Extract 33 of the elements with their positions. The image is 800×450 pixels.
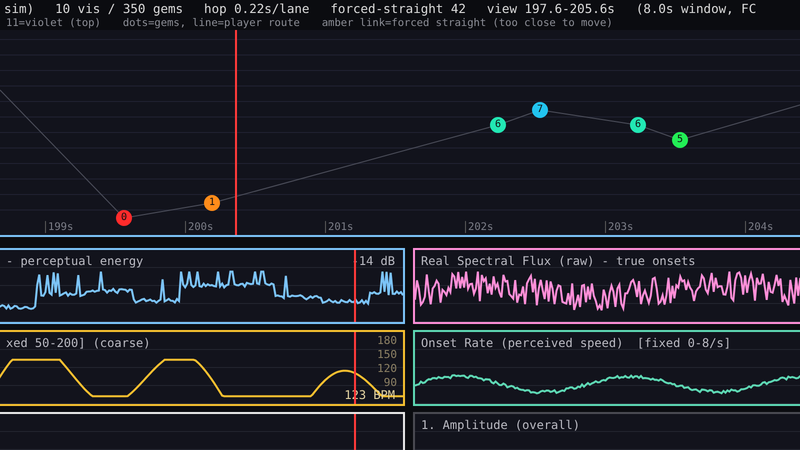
stat-text: (8.0s window, FC <box>636 0 756 17</box>
time-tick-label: 202s <box>465 221 494 233</box>
axis-tick-label: 150 <box>377 348 397 362</box>
gem-dot: 7 <box>532 102 548 118</box>
time-tick-label: 200s <box>185 221 214 233</box>
panel-title: - perceptual energy <box>6 254 144 268</box>
stat-text: sim) <box>4 0 34 17</box>
gem-dot: 5 <box>672 132 688 148</box>
time-tick-label: 201s <box>325 221 354 233</box>
panel-title: 1. Amplitude (overall) <box>421 418 580 432</box>
legend-text: 11=violet (top) <box>6 17 101 30</box>
time-tick-label: 204s <box>745 221 774 233</box>
gem-dot: 6 <box>630 117 646 133</box>
gem-dot: 6 <box>490 117 506 133</box>
panel-note: [fixed 0-8/s] <box>637 336 731 350</box>
gem-dot: 1 <box>204 195 220 211</box>
legend-text: dots=gems, line=player route <box>122 17 300 30</box>
stat-text: forced-straight 42 <box>330 0 466 17</box>
panel-title: Real Spectral Flux (raw) - true onsets <box>421 254 696 268</box>
playhead-line <box>354 250 356 322</box>
playhead-line <box>354 332 356 404</box>
axis-tick-label: 180 <box>377 334 397 348</box>
gem-dot: 0 <box>116 210 132 226</box>
axis-tick-label: 120 <box>377 362 397 376</box>
axis-tick-label: 90 <box>382 376 397 390</box>
stat-text: view 197.6-205.6s <box>486 0 615 17</box>
panel-title: Onset Rate (perceived speed) <box>421 336 624 350</box>
time-tick-label: 203s <box>605 221 634 233</box>
stat-text: 10 vis / 350 gems <box>55 0 184 17</box>
panel-title: xed 50-200] (coarse) <box>6 336 150 350</box>
stat-text: hop 0.22s/lane <box>204 0 310 17</box>
legend-text: amber link=forced straight (too close to move) <box>322 17 613 30</box>
time-tick-label: 199s <box>45 221 74 233</box>
